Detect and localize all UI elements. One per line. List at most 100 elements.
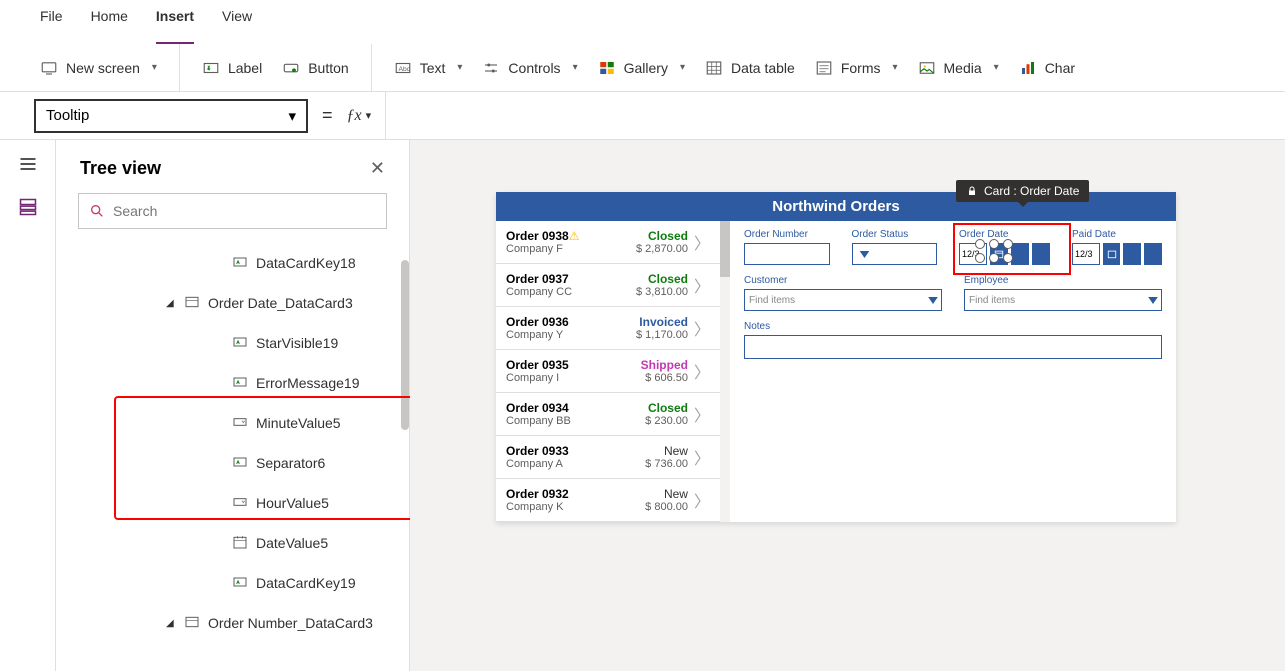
gallery-scrollbar[interactable] [720,221,730,277]
order-row[interactable]: Order 0938⚠ClosedCompany F$ 2,870.00〉 [496,221,720,264]
controls-button[interactable]: Controls▾ [476,53,583,83]
tree-item[interactable]: ErrorMessage19 [56,363,409,403]
chevron-down-icon: ▾ [457,62,462,73]
hamburger-icon[interactable] [18,154,38,179]
order-row[interactable]: Order 0933NewCompany A$ 736.00〉 [496,436,720,479]
tree-item[interactable]: ◢Order Date_DataCard3 [56,283,409,323]
order-row[interactable]: Order 0937ClosedCompany CC$ 3,810.00〉 [496,264,720,307]
ribbon: New screen▾ Label Button Abc Text▾ Contr… [0,44,1285,92]
order-row[interactable]: Order 0936InvoicedCompany Y$ 1,170.00〉 [496,307,720,350]
chevron-right-icon: 〉 [694,273,710,297]
order-row[interactable]: Order 0935ShippedCompany I$ 606.50〉 [496,350,720,393]
order-row[interactable]: Order 0932NewCompany K$ 800.00〉 [496,479,720,522]
customer-label: Customer [744,275,942,286]
order-number-label: Order Number [744,229,830,240]
tree-item[interactable]: Separator6 [56,443,409,483]
left-rail [0,140,56,671]
paid-date-label: Paid Date [1072,229,1162,240]
order-row[interactable]: Order 0934ClosedCompany BB$ 230.00〉 [496,393,720,436]
calendar-icon [232,534,248,553]
orders-gallery[interactable]: Order 0938⚠ClosedCompany F$ 2,870.00〉Ord… [496,221,720,522]
tree-view-title: Tree view [80,158,161,179]
order-status-dropdown[interactable] [852,243,938,265]
forms-icon [815,59,833,77]
pencil-icon [232,454,248,473]
gallery-icon [598,59,616,77]
media-button[interactable]: Media▾ [912,53,1005,83]
canvas[interactable]: Northwind Orders Order 0938⚠ClosedCompan… [410,140,1285,671]
label-icon [202,59,220,77]
detail-form: Order Number Order Status Order Date 12/… [730,221,1176,522]
tree-item[interactable]: MinuteValue5 [56,403,409,443]
paid-date-picker[interactable]: 12/3 [1072,243,1162,265]
card-icon [184,294,200,313]
text-button[interactable]: Abc Text▾ [388,53,469,83]
button-icon [282,59,300,77]
text-icon: Abc [394,59,412,77]
order-status-label: Order Status [852,229,938,240]
property-selector[interactable]: Tooltip ▾ [34,99,308,133]
datatable-button[interactable]: Data table [699,53,801,83]
controls-icon [482,59,500,77]
scrollbar-thumb[interactable] [401,260,409,430]
label-button[interactable]: Label [196,53,268,83]
svg-text:Abc: Abc [398,66,410,73]
treeview-rail-icon[interactable] [18,197,38,222]
calendar-icon [1103,243,1121,265]
employee-dropdown[interactable]: Find items [964,289,1162,311]
tree-search-input[interactable] [113,203,376,219]
new-screen-button[interactable]: New screen▾ [34,53,163,83]
forms-button[interactable]: Forms▾ [809,53,904,83]
chart-icon [1019,59,1037,77]
table-icon [705,59,723,77]
customer-dropdown[interactable]: Find items [744,289,942,311]
app-preview: Northwind Orders Order 0938⚠ClosedCompan… [496,192,1176,522]
tab-view[interactable]: View [222,8,252,44]
button-button[interactable]: Button [276,53,354,83]
notes-label: Notes [744,321,1162,332]
tab-home[interactable]: Home [91,8,128,44]
pencil-icon [232,574,248,593]
card-icon [184,614,200,633]
tab-insert[interactable]: Insert [156,8,194,44]
dropdown-icon [232,494,248,513]
pencil-icon [232,254,248,273]
tree-item[interactable]: DataCardKey19 [56,563,409,603]
tree-search[interactable] [78,193,387,229]
pencil-icon [232,334,248,353]
tree-item[interactable]: DataCardKey18 [56,243,409,283]
gallery-button[interactable]: Gallery▾ [592,53,691,83]
tree-item[interactable]: StarVisible19 [56,323,409,363]
screen-icon [40,59,58,77]
tree-item[interactable]: HourValue5 [56,483,409,523]
chevron-down-icon: ▾ [288,107,296,125]
chevron-right-icon: 〉 [694,488,710,512]
media-icon [918,59,936,77]
order-number-input[interactable] [744,243,830,265]
chevron-right-icon: 〉 [694,230,710,254]
dropdown-icon [232,414,248,433]
tree-item[interactable]: DateValue5 [56,523,409,563]
fx-button[interactable]: ƒx ▾ [347,107,372,125]
chart-button[interactable]: Char [1013,53,1081,83]
lock-icon [966,185,978,197]
tab-file[interactable]: File [40,8,63,44]
warning-icon: ⚠ [569,229,580,243]
pencil-icon [232,374,248,393]
chevron-down-icon: ▾ [152,62,157,73]
tree-view-panel: Tree view ✕ DataCardKey18◢Order Date_Dat… [56,140,410,671]
chevron-down-icon: ▾ [573,62,578,73]
formula-bar: Tooltip ▾ = ƒx ▾ [0,92,1285,140]
menu-bar: File Home Insert View [0,0,1285,44]
chevron-right-icon: 〉 [694,316,710,340]
chevron-down-icon: ▾ [892,62,897,73]
notes-input[interactable] [744,335,1162,359]
tree-item[interactable]: ◢Order Number_DataCard3 [56,603,409,643]
formula-input[interactable] [400,99,1251,133]
selection-tooltip: Card : Order Date [956,180,1089,202]
chevron-right-icon: 〉 [694,402,710,426]
search-icon [89,203,105,219]
close-icon[interactable]: ✕ [370,158,385,179]
equals-sign: = [322,105,333,126]
chevron-down-icon: ▾ [680,62,685,73]
